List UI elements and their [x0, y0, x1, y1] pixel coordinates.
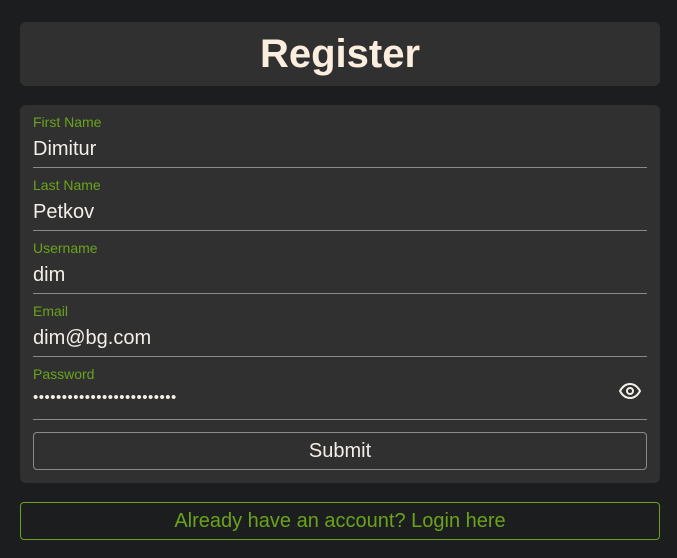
- login-link-button[interactable]: Already have an account? Login here: [20, 502, 660, 540]
- password-label: Password: [33, 366, 95, 382]
- username-input[interactable]: dim: [33, 265, 65, 285]
- password-field[interactable]: Password •••••••••••••••••••••••••: [33, 357, 647, 420]
- submit-button[interactable]: Submit: [33, 432, 647, 470]
- email-label: Email: [33, 303, 69, 319]
- page-title: Register: [259, 32, 421, 76]
- email-input[interactable]: dim@bg.com: [33, 328, 151, 348]
- header-card: Register: [20, 22, 660, 86]
- last-name-field[interactable]: Last Name Petkov: [33, 168, 647, 231]
- username-label: Username: [33, 240, 98, 256]
- password-input[interactable]: •••••••••••••••••••••••••: [33, 390, 177, 405]
- username-field[interactable]: Username dim: [33, 231, 647, 294]
- first-name-field[interactable]: First Name Dimitur: [33, 105, 647, 168]
- last-name-input[interactable]: Petkov: [33, 202, 94, 222]
- first-name-input[interactable]: Dimitur: [33, 139, 96, 159]
- last-name-label: Last Name: [33, 177, 101, 193]
- eye-icon[interactable]: [618, 379, 642, 403]
- register-form: First Name Dimitur Last Name Petkov User…: [20, 105, 660, 483]
- first-name-label: First Name: [33, 114, 102, 130]
- email-field[interactable]: Email dim@bg.com: [33, 294, 647, 357]
